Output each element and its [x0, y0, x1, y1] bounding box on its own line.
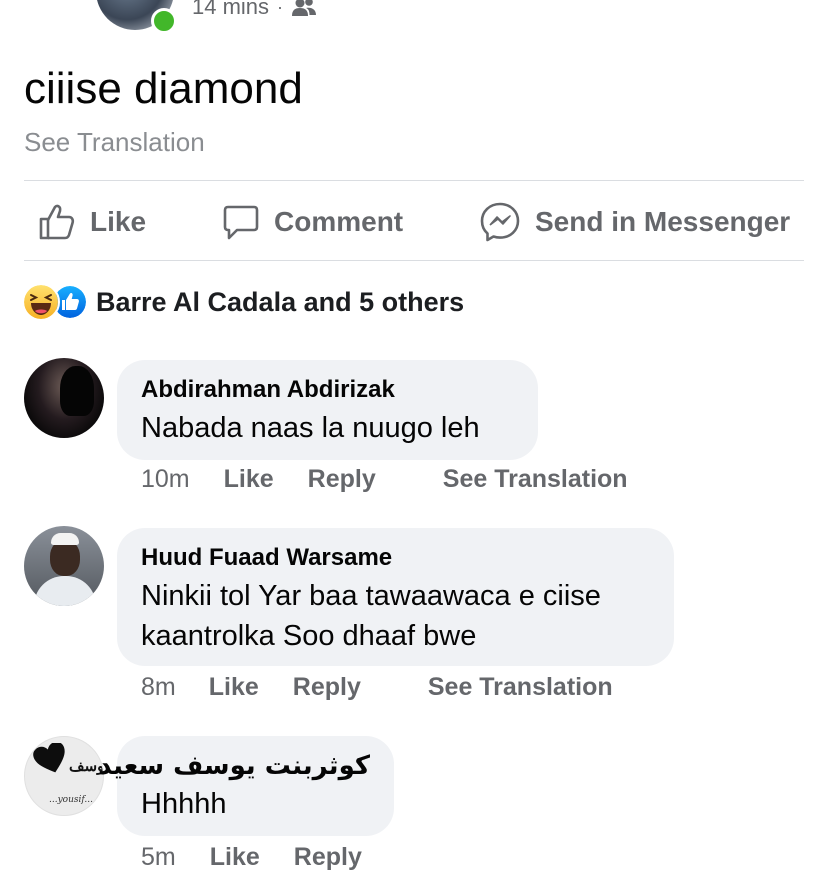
comment-bubble[interactable]: Huud Fuaad Warsame Ninkii tol Yar baa ta…	[117, 528, 674, 666]
comment-reply-button[interactable]: Reply	[293, 673, 361, 702]
commenter-avatar[interactable]	[24, 526, 104, 606]
commenter-avatar[interactable]: يوسف ...yousif...	[24, 736, 104, 816]
comment-button-label: Comment	[274, 206, 404, 237]
send-in-messenger-button[interactable]: Send in Messenger	[479, 196, 790, 248]
comment-actions: 10m Like Reply See Translation	[141, 461, 628, 497]
comment-time: 10m	[141, 464, 190, 493]
post-time: 14 mins	[192, 0, 270, 19]
comment-reply-button[interactable]: Reply	[294, 843, 362, 872]
avatar-cap	[51, 533, 79, 545]
silhouette-figure	[60, 366, 94, 416]
back-chevron-icon[interactable]	[30, 0, 52, 8]
post-text: ciiise diamond	[24, 64, 303, 113]
meta-separator: ·	[277, 0, 284, 17]
reactions-summary-text: Barre Al Cadala and 5 others	[96, 286, 465, 317]
comment-like-button[interactable]: Like	[209, 673, 259, 702]
comment-button[interactable]: Comment	[222, 196, 403, 248]
comment-bubble-icon	[223, 205, 259, 240]
comment-like-button[interactable]: Like	[224, 465, 274, 494]
comment-like-button[interactable]: Like	[210, 843, 260, 872]
avatar-shirt	[34, 576, 96, 606]
messenger-icon	[480, 202, 520, 242]
friends-icon	[292, 0, 317, 16]
heart-icon	[33, 743, 65, 773]
comment-author[interactable]: Huud Fuaad Warsame	[141, 542, 650, 574]
comment-time: 8m	[141, 672, 176, 701]
comment-text: Hhhhh	[141, 788, 227, 820]
thumbs-up-icon	[39, 204, 75, 240]
reactions-summary[interactable]: Barre Al Cadala and 5 others	[22, 282, 464, 322]
post-see-translation-link[interactable]: See Translation	[24, 127, 205, 158]
send-button-label: Send in Messenger	[535, 206, 791, 237]
comment-see-translation-link[interactable]: See Translation	[428, 673, 613, 702]
comment-bubble[interactable]: كوثربنت يوسف سعيد Hhhhh	[98, 736, 394, 836]
avatar-face	[50, 540, 80, 576]
comment-see-translation-link[interactable]: See Translation	[443, 465, 628, 494]
comment-time: 5m	[141, 842, 176, 871]
divider	[24, 260, 804, 261]
commenter-avatar[interactable]	[24, 358, 104, 438]
comment-text: Ninkii tol Yar baa tawaawaca e ciise kaa…	[141, 580, 601, 652]
comment-author[interactable]: Abdirahman Abdirizak	[141, 374, 514, 406]
comment-actions: 5m Like Reply	[141, 839, 362, 875]
online-status-dot	[151, 8, 177, 34]
comment-author[interactable]: كوثربنت يوسف سعيد	[98, 750, 370, 782]
haha-reaction-icon	[22, 283, 60, 321]
avatar-logo-subtext: ...yousif...	[49, 795, 93, 805]
comment-actions: 8m Like Reply See Translation	[141, 669, 613, 705]
comment-text: Nabada naas la nuugo leh	[141, 412, 480, 444]
post-meta: 14 mins ·	[192, 0, 317, 20]
divider	[24, 180, 804, 181]
comment-reply-button[interactable]: Reply	[308, 465, 376, 494]
comment-bubble[interactable]: Abdirahman Abdirizak Nabada naas la nuug…	[117, 360, 538, 460]
like-button[interactable]: Like	[38, 196, 146, 248]
like-button-label: Like	[90, 206, 147, 237]
